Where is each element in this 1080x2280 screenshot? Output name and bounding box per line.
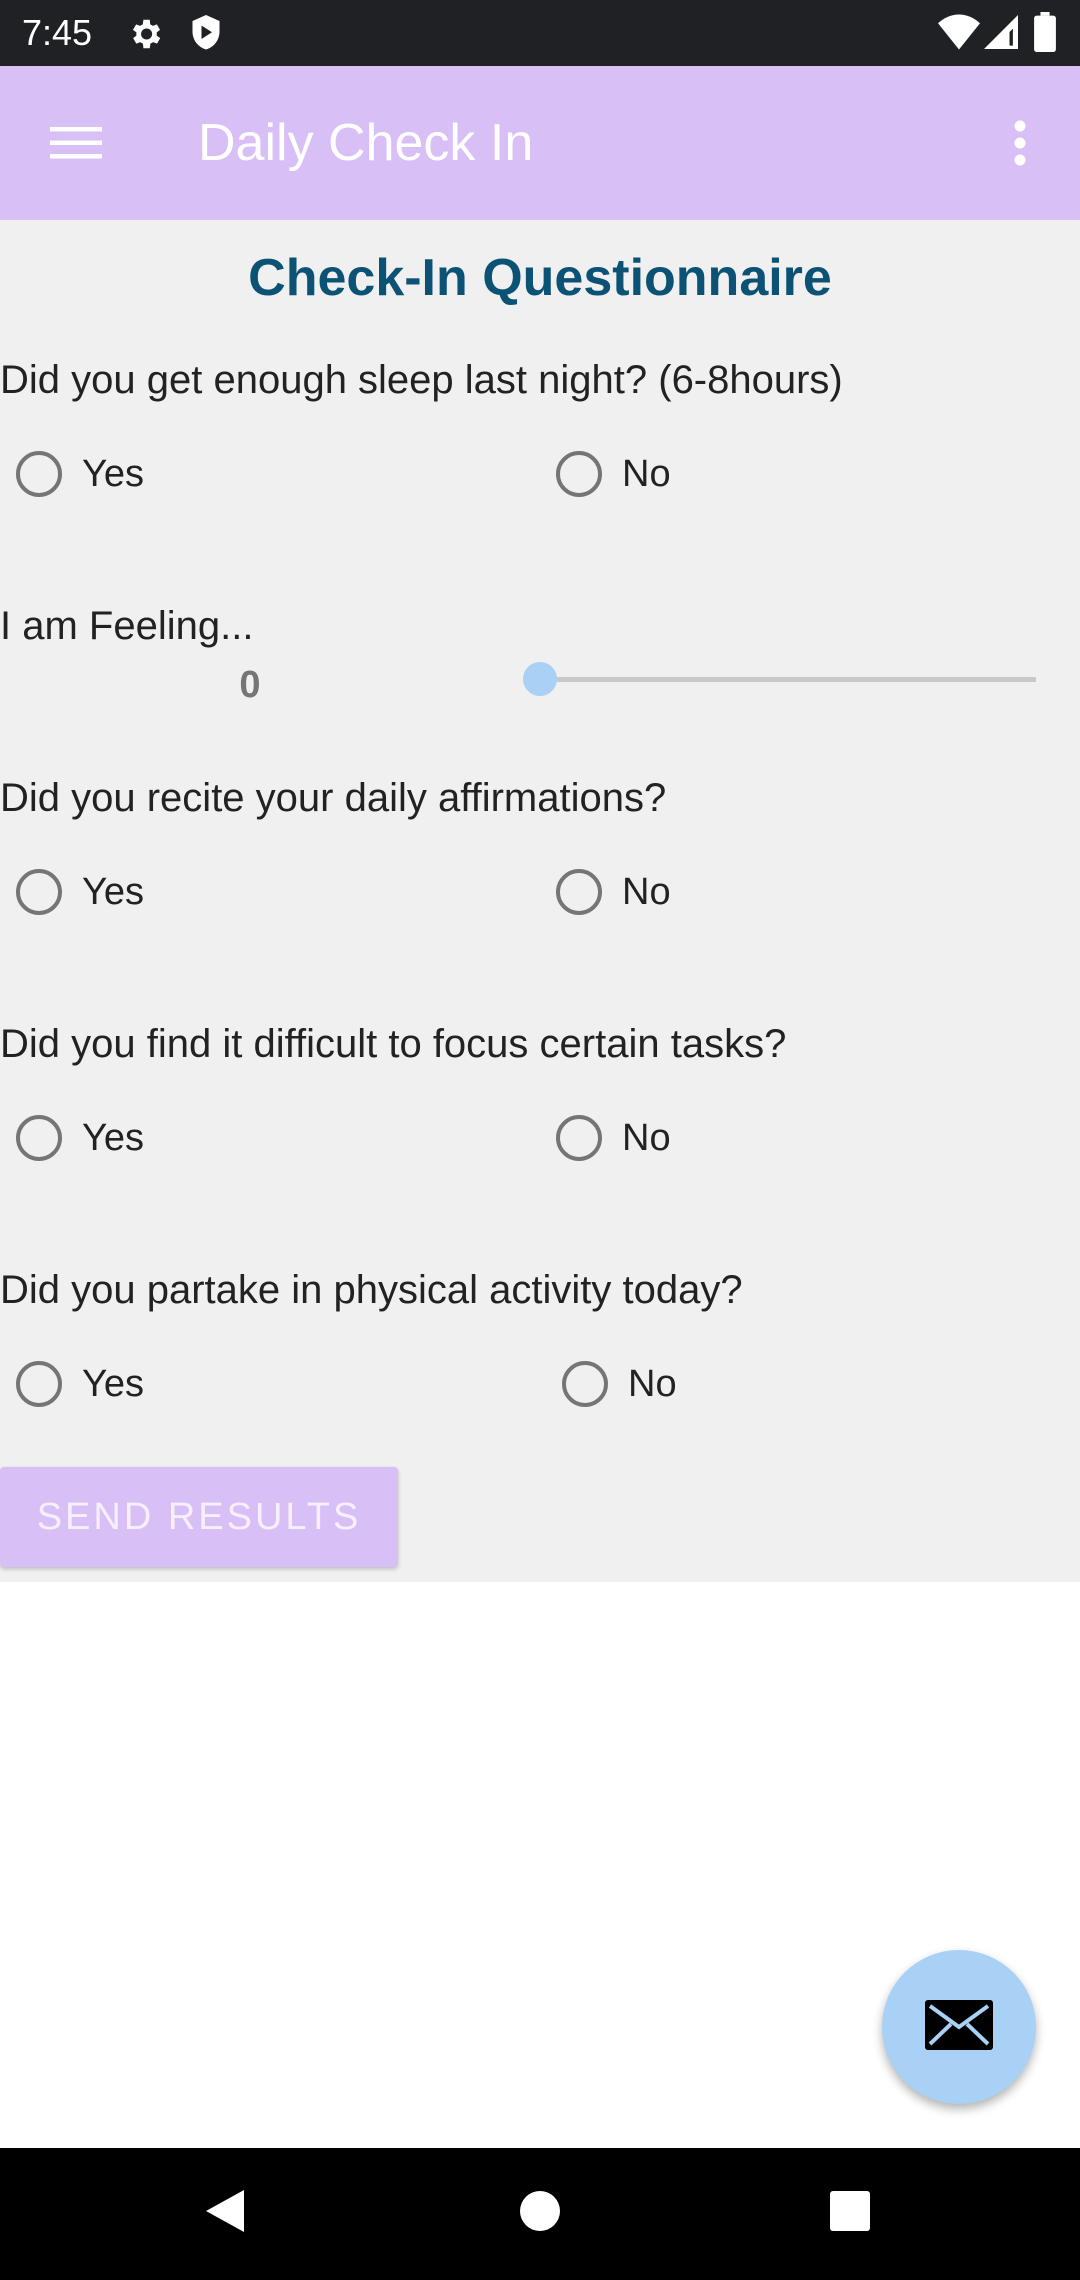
- radio-circle[interactable]: [16, 451, 62, 497]
- radio-label: No: [622, 1116, 671, 1159]
- question-focus: Did you find it difficult to focus certa…: [0, 1022, 787, 1066]
- page-title: Check-In Questionnaire: [248, 249, 832, 307]
- feeling-slider-track[interactable]: [540, 677, 1036, 682]
- status-bar: 7:45: [0, 0, 1080, 66]
- radio-sleep-no[interactable]: No: [556, 439, 671, 509]
- radio-label: No: [622, 452, 671, 495]
- questionnaire-content: Check-In Questionnaire Did you get enoug…: [0, 220, 1080, 1582]
- radio-activity-no[interactable]: No: [562, 1349, 677, 1419]
- navigation-bar: [0, 2148, 1080, 2280]
- radio-focus-yes[interactable]: Yes: [16, 1103, 144, 1173]
- question-affirmations: Did you recite your daily affirmations?: [0, 776, 667, 820]
- radio-affirmations-no[interactable]: No: [556, 857, 671, 927]
- signal-icon: [984, 14, 1018, 55]
- radio-label: No: [628, 1362, 677, 1405]
- radio-circle[interactable]: [556, 1115, 602, 1161]
- radio-circle[interactable]: [16, 1115, 62, 1161]
- radio-label: Yes: [82, 452, 144, 495]
- wifi-icon: [938, 14, 980, 55]
- app-title: Daily Check In: [198, 114, 534, 172]
- gear-icon: [126, 15, 164, 58]
- radio-activity-yes[interactable]: Yes: [16, 1349, 144, 1419]
- battery-icon: [1034, 12, 1056, 57]
- hamburger-menu-icon[interactable]: [46, 123, 106, 163]
- radio-circle[interactable]: [556, 451, 602, 497]
- shield-icon: [188, 13, 224, 58]
- back-icon[interactable]: [204, 2188, 246, 2239]
- radio-sleep-yes[interactable]: Yes: [16, 439, 144, 509]
- recents-icon[interactable]: [829, 2190, 871, 2237]
- radio-circle[interactable]: [16, 1361, 62, 1407]
- radio-circle[interactable]: [562, 1361, 608, 1407]
- question-sleep: Did you get enough sleep last night? (6-…: [0, 358, 843, 402]
- question-physical-activity: Did you partake in physical activity tod…: [0, 1268, 743, 1312]
- radio-label: Yes: [82, 870, 144, 913]
- home-icon[interactable]: [519, 2190, 561, 2237]
- send-results-button[interactable]: SEND RESULTS: [0, 1467, 398, 1567]
- status-time: 7:45: [22, 12, 93, 53]
- app-bar: Daily Check In: [0, 66, 1080, 220]
- radio-circle[interactable]: [16, 869, 62, 915]
- radio-label: Yes: [82, 1116, 144, 1159]
- email-fab[interactable]: [882, 1950, 1036, 2104]
- radio-label: Yes: [82, 1362, 144, 1405]
- radio-label: No: [622, 870, 671, 913]
- radio-circle[interactable]: [556, 869, 602, 915]
- more-vert-icon[interactable]: [1000, 118, 1040, 168]
- radio-affirmations-yes[interactable]: Yes: [16, 857, 144, 927]
- mail-icon: [925, 1999, 993, 2055]
- feeling-label: I am Feeling...: [0, 604, 254, 648]
- feeling-slider-thumb[interactable]: [523, 662, 557, 696]
- radio-focus-no[interactable]: No: [556, 1103, 671, 1173]
- feeling-value: 0: [239, 664, 261, 706]
